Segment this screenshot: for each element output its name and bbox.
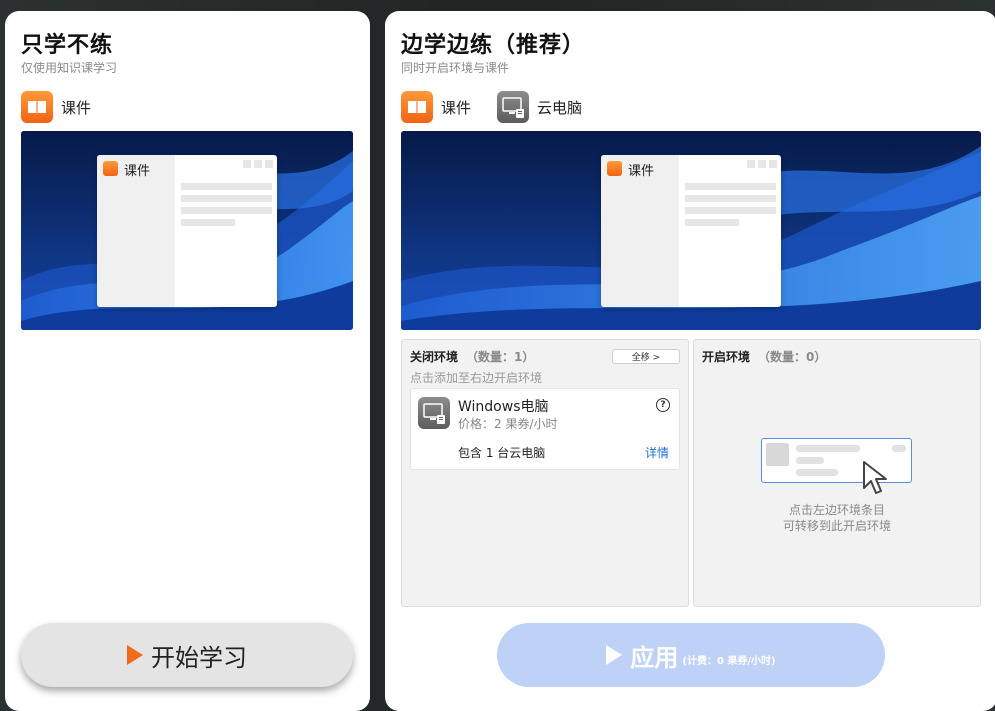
window-label: 课件: [124, 164, 151, 179]
env-count: （数量：0）: [758, 350, 827, 364]
app-label: 课件: [441, 98, 472, 117]
item-price: 价格：2 果券/小时: [458, 417, 558, 431]
learn-only-card[interactable]: 只学不练 仅使用知识课学习 课件 课件 开始学习: [5, 11, 370, 711]
app-tag-cloud-pc: 云电脑: [497, 90, 582, 124]
environment-item-windows[interactable]: Windows电脑 价格：2 果券/小时 包含 1 台云电脑 详情 ?: [410, 388, 680, 470]
panel-title: 开启环境 （数量：0）: [702, 350, 827, 364]
app-tag-courseware: 课件: [21, 90, 91, 124]
button-label: 应用: [630, 643, 679, 672]
desktop-preview: 课件: [401, 131, 981, 330]
courseware-icon: [103, 161, 118, 176]
closed-environment-panel: 关闭环境 （数量：1） 全移 > 点击添加至右边开启环境 Windows电脑 价格…: [401, 339, 689, 607]
item-name: Windows电脑: [458, 399, 549, 415]
courseware-window-preview: 课件: [601, 155, 781, 307]
apply-button[interactable]: 应用 (计费：0 果券/小时): [497, 623, 885, 687]
play-icon: [606, 645, 623, 665]
card-subtitle: 同时开启环境与课件: [401, 61, 510, 75]
desktop-preview: 课件: [21, 131, 353, 330]
panel-hint: 点击左边环境条目 可转移到此开启环境: [782, 503, 891, 533]
app-tag-courseware: 课件: [401, 90, 471, 124]
courseware-icon: [607, 161, 622, 176]
play-icon: [127, 645, 143, 665]
billing-text: (计费：0 果券/小时): [682, 655, 776, 667]
item-includes: 包含 1 台云电脑: [458, 446, 546, 460]
courseware-window-preview: 课件: [97, 155, 277, 307]
card-subtitle: 仅使用知识课学习: [21, 61, 118, 75]
book-icon: [21, 91, 53, 123]
app-label: 云电脑: [537, 98, 583, 117]
panel-title: 关闭环境 （数量：1）: [410, 350, 535, 364]
book-icon: [401, 91, 433, 123]
learn-and-practice-card[interactable]: 边学边练（推荐） 同时开启环境与课件 课件 云电脑 课件 关闭环境 （数量：1）…: [385, 11, 995, 711]
help-icon[interactable]: ?: [656, 398, 670, 412]
start-learning-button[interactable]: 开始学习: [21, 623, 353, 687]
panel-hint: 点击添加至右边开启环境: [410, 371, 543, 385]
card-title: 只学不练: [21, 33, 114, 58]
move-all-button[interactable]: 全移 >: [612, 349, 680, 364]
env-count: （数量：1）: [466, 350, 535, 364]
cloud-pc-icon: [418, 397, 450, 429]
button-label: 开始学习: [151, 643, 247, 672]
cursor-arrow-icon: [863, 461, 887, 494]
app-label: 课件: [61, 98, 92, 117]
card-title: 边学边练（推荐）: [401, 33, 586, 58]
window-controls: [747, 160, 777, 168]
window-label: 课件: [628, 164, 655, 179]
window-controls: [243, 160, 273, 168]
detail-link[interactable]: 详情: [645, 444, 669, 461]
open-environment-panel[interactable]: 开启环境 （数量：0） 点击左边环境条目 可转移到此开启环境: [693, 339, 981, 607]
cloud-pc-icon: [497, 91, 529, 123]
